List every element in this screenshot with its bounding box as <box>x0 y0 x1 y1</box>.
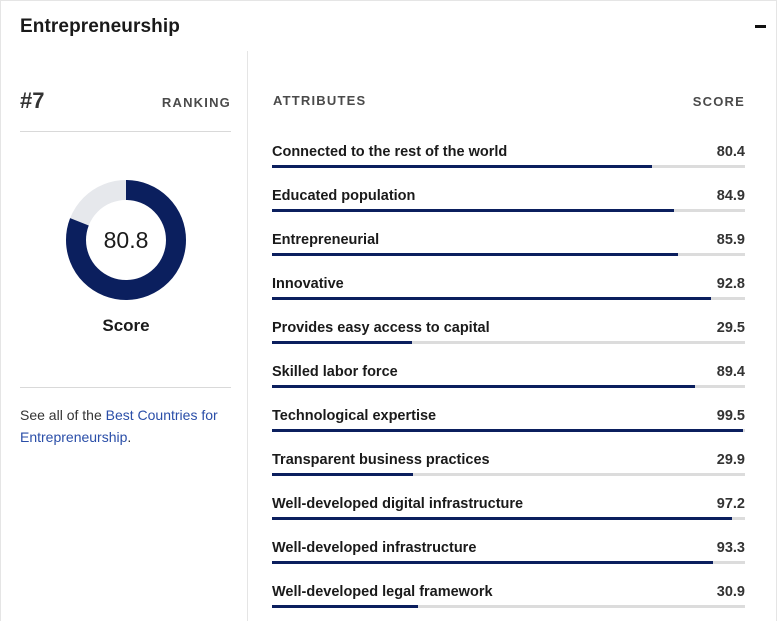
see-all-suffix: . <box>127 429 132 445</box>
attribute-score: 85.9 <box>716 232 745 248</box>
attribute-row: Well-developed legal framework 30.9 <box>272 584 745 614</box>
attribute-name: Well-developed infrastructure <box>272 540 477 556</box>
attribute-bar-fill <box>272 517 732 520</box>
attribute-score: 99.5 <box>716 408 745 424</box>
attribute-bar-track <box>272 165 745 168</box>
minus-icon <box>754 24 766 28</box>
ranking-label: RANKING <box>161 95 231 110</box>
attribute-name: Connected to the rest of the world <box>272 144 508 160</box>
attribute-bar-fill <box>272 561 714 564</box>
attribute-bar-fill <box>272 473 414 476</box>
panel-title: Entrepreneurship <box>20 16 180 37</box>
attribute-bar-track <box>272 341 745 344</box>
attribute-name: Provides easy access to capital <box>272 320 490 336</box>
attribute-name: Well-developed digital infrastructure <box>272 496 524 512</box>
attribute-row: Technological expertise 99.5 <box>272 408 745 438</box>
attribute-row: Well-developed digital infrastructure 97.… <box>272 496 745 526</box>
divider <box>20 387 231 388</box>
attribute-bar-track <box>272 429 745 432</box>
attribute-name: Innovative <box>272 276 344 292</box>
attribute-bar-fill <box>272 253 679 256</box>
attribute-bar-fill <box>272 341 412 344</box>
attribute-bar-track <box>272 517 745 520</box>
attribute-score: 80.4 <box>716 144 745 160</box>
see-all-prefix: See all of the <box>20 407 106 423</box>
attribute-bar-track <box>272 385 745 388</box>
attribute-row: Provides easy access to capital 29.5 <box>272 320 745 350</box>
attribute-bar-track <box>272 253 745 256</box>
attribute-score: 93.3 <box>716 540 745 556</box>
attribute-score: 97.2 <box>716 496 745 512</box>
attribute-name: Well-developed legal framework <box>272 584 493 600</box>
attribute-bar-fill <box>272 429 743 432</box>
attribute-score: 92.8 <box>716 276 745 292</box>
attribute-score: 84.9 <box>716 188 745 204</box>
attribute-name: Technological expertise <box>272 408 437 424</box>
attribute-name: Entrepreneurial <box>272 232 380 248</box>
entrepreneurship-panel: Entrepreneurship #7 RANKING 80.8 Score S… <box>0 0 777 621</box>
attribute-bar-track <box>272 561 745 564</box>
attribute-bar-track <box>272 209 745 212</box>
attribute-bar-fill <box>272 165 653 168</box>
attribute-row: Transparent business practices 29.9 <box>272 452 745 482</box>
attribute-row: Skilled labor force 89.4 <box>272 364 745 394</box>
attribute-name: Skilled labor force <box>272 364 398 380</box>
attribute-bar-fill <box>272 385 695 388</box>
attribute-bar-track <box>272 605 745 608</box>
attribute-name: Educated population <box>272 188 416 204</box>
donut-score-value: 80.8 <box>103 226 149 253</box>
attribute-row: Educated population 84.9 <box>272 188 745 218</box>
score-header: SCORE <box>692 94 745 109</box>
attribute-row: Innovative 92.8 <box>272 276 745 306</box>
donut-score-label: Score <box>102 316 150 335</box>
collapse-button[interactable] <box>752 15 768 37</box>
see-all-text: See all of the Best Countries for Entrep… <box>20 404 240 448</box>
attribute-bar-track <box>272 473 745 476</box>
attribute-score: 29.9 <box>716 452 745 468</box>
attribute-score: 29.5 <box>716 320 745 336</box>
attributes-column: ATTRIBUTES SCORE Connected to the rest o… <box>249 51 777 621</box>
panel-header[interactable]: Entrepreneurship <box>1 1 777 51</box>
attribute-row: Entrepreneurial 85.9 <box>272 232 745 262</box>
attribute-bar-fill <box>272 209 674 212</box>
divider <box>20 131 231 132</box>
attributes-header: ATTRIBUTES <box>273 93 367 108</box>
attribute-bar-fill <box>272 605 419 608</box>
attribute-row: Well-developed infrastructure 93.3 <box>272 540 745 570</box>
attribute-row: Connected to the rest of the world 80.4 <box>272 144 745 174</box>
attribute-bar-track <box>272 297 745 300</box>
score-donut-chart: 80.8 <box>65 179 187 301</box>
rank-number: #7 <box>20 88 45 113</box>
attribute-score: 30.9 <box>716 584 745 600</box>
attribute-bar-fill <box>272 297 711 300</box>
attribute-score: 89.4 <box>716 364 745 380</box>
attribute-name: Transparent business practices <box>272 452 490 468</box>
ranking-column: #7 RANKING 80.8 Score See all of the Bes… <box>1 51 248 621</box>
